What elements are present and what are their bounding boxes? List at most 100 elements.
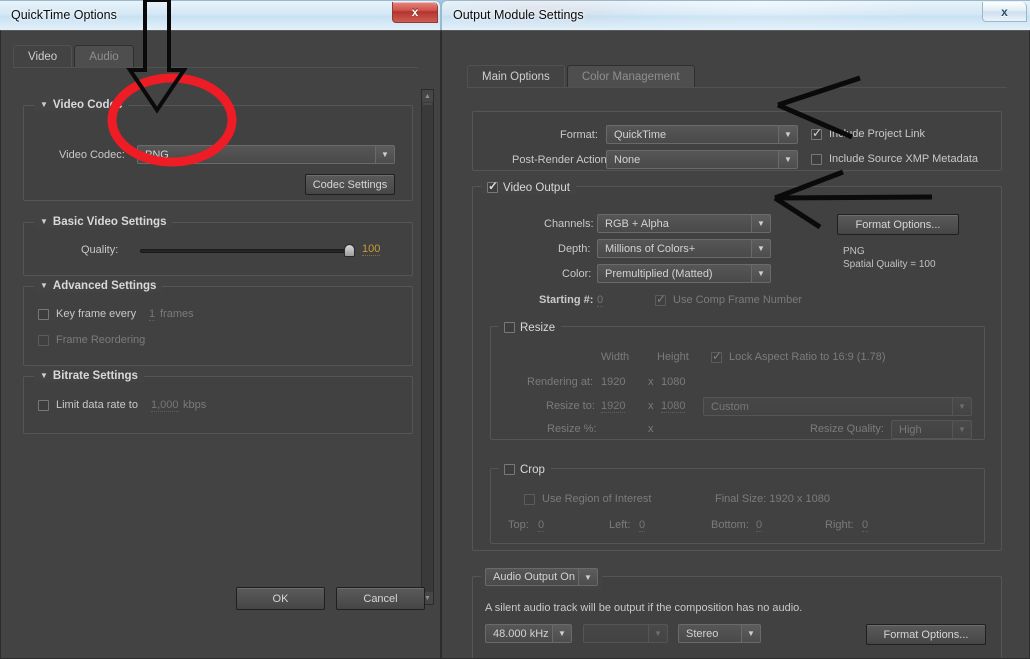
tab-video[interactable]: Video [13,45,73,68]
video-output-checkbox[interactable] [487,179,498,193]
lock-aspect-ratio-checkbox[interactable] [711,349,722,363]
scroll-up-icon[interactable]: ▲ [422,90,433,102]
audio-channels-value: Stereo [686,628,719,640]
color-value: Premultiplied (Matted) [605,268,713,280]
basic-video-settings-group: ▼ Basic Video Settings Quality: 100 [23,216,413,276]
close-icon[interactable]: x [392,2,438,23]
key-frame-label: Key frame every [56,308,137,320]
resize-percent-label: Resize %: [547,423,597,435]
use-region-of-interest-checkbox[interactable] [524,494,535,505]
quicktime-tabs: Video Audio [13,45,134,68]
audio-channels-select[interactable]: Stereo ▼ [678,624,761,643]
video-format-options-button[interactable]: Format Options... [837,214,959,235]
tab-audio[interactable]: Audio [74,45,134,68]
close-icon[interactable]: x [982,2,1027,22]
chevron-down-icon[interactable]: ▼ [40,217,48,226]
chevron-down-icon[interactable]: ▼ [648,625,667,642]
tab-underline [13,67,418,68]
format-select[interactable]: QuickTime ▼ [606,125,798,144]
color-label: Color: [562,268,592,280]
include-project-link-checkbox[interactable] [811,126,822,140]
crop-left-label: Left: [609,519,631,531]
limit-data-rate-label: Limit data rate to [56,399,138,411]
resize-preset-value: Custom [711,401,749,413]
limit-data-rate-unit: kbps [183,399,207,411]
tab-color-management[interactable]: Color Management [566,65,695,88]
quality-slider-track[interactable] [140,249,352,253]
crop-group: Crop Use Region of Interest Final Size: … [490,462,985,544]
quality-slider-handle[interactable] [344,244,355,257]
quicktime-titlebar[interactable]: QuickTime Options x [0,0,441,30]
output-module-window-title: Output Module Settings [453,8,584,22]
rendering-x-separator: x [648,376,654,388]
chevron-down-icon[interactable]: ▼ [40,100,48,109]
use-region-of-interest-label: Use Region of Interest [542,493,652,505]
codec-settings-button[interactable]: Codec Settings [305,174,395,195]
format-label: Format: [560,129,598,141]
resize-quality-value: High [899,424,922,436]
resize-x-separator: x [648,400,654,412]
chevron-down-icon[interactable]: ▼ [751,240,770,257]
starting-number-value[interactable]: 0 [597,294,604,307]
chevron-down-icon[interactable]: ▼ [751,215,770,232]
audio-sample-rate-value: 48.000 kHz [493,628,549,640]
crop-bottom-label: Bottom: [711,519,749,531]
chevron-down-icon[interactable]: ▼ [40,371,48,380]
crop-bottom-value[interactable]: 0 [756,519,763,532]
resize-preset-select[interactable]: Custom ▼ [703,397,972,416]
limit-data-rate-checkbox[interactable] [38,400,49,411]
crop-left-value[interactable]: 0 [639,519,646,532]
chevron-down-icon[interactable]: ▼ [778,126,797,143]
audio-bit-depth-select[interactable]: ▼ [583,624,668,643]
chevron-down-icon[interactable]: ▼ [751,265,770,282]
use-comp-frame-number-checkbox[interactable] [655,292,666,306]
chevron-down-icon[interactable]: ▼ [778,151,797,168]
crop-right-value[interactable]: 0 [862,519,869,532]
depth-select[interactable]: Millions of Colors+ ▼ [597,239,771,258]
chevron-down-icon[interactable]: ▼ [552,625,571,642]
output-module-titlebar[interactable]: Output Module Settings x [441,0,1030,30]
resize-height-value[interactable]: 1080 [661,400,686,413]
cancel-button[interactable]: Cancel [336,587,425,610]
quality-value[interactable]: 100 [362,243,381,256]
chevron-down-icon[interactable]: ▼ [741,625,760,642]
key-frame-value[interactable]: 1 [149,308,156,321]
chevron-down-icon[interactable]: ▼ [375,146,394,163]
output-module-settings-window: Output Module Settings x Main Options Co… [441,0,1030,659]
resize-group-title: Resize [498,320,562,334]
rendering-height-value: 1080 [661,376,686,388]
key-frame-unit: frames [160,308,194,320]
audio-format-options-button[interactable]: Format Options... [866,624,986,645]
resize-checkbox[interactable] [504,322,515,333]
frame-reordering-checkbox[interactable] [38,335,49,346]
tab-main-options[interactable]: Main Options [467,65,565,88]
rendering-width-value: 1920 [601,376,626,388]
basic-video-group-title: ▼ Basic Video Settings [34,216,173,228]
chevron-down-icon[interactable]: ▼ [952,421,971,438]
channels-select[interactable]: RGB + Alpha ▼ [597,214,771,233]
advanced-settings-group: ▼ Advanced Settings Key frame every 1 fra… [23,280,413,366]
crop-top-value[interactable]: 0 [538,519,545,532]
color-select[interactable]: Premultiplied (Matted) ▼ [597,264,771,283]
chevron-down-icon[interactable]: ▼ [952,398,971,415]
audio-output-toggle[interactable]: Audio Output On ▼ [485,568,598,586]
video-codec-select[interactable]: PNG ▼ [137,145,395,164]
quicktime-scrollbar[interactable]: ▲ ▼ [421,89,434,605]
resize-width-value[interactable]: 1920 [601,400,626,413]
video-codec-group-title: ▼ Video Codec [34,99,129,111]
chevron-down-icon[interactable]: ▼ [40,281,48,290]
bitrate-settings-group-title: ▼ Bitrate Settings [34,370,144,382]
crop-checkbox[interactable] [504,464,515,475]
limit-data-rate-value[interactable]: 1,000 [151,399,179,412]
key-frame-checkbox[interactable] [38,309,49,320]
ok-button[interactable]: OK [236,587,325,610]
post-render-action-select[interactable]: None ▼ [606,150,798,169]
include-xmp-checkbox[interactable] [811,154,822,165]
depth-label: Depth: [558,243,591,255]
resize-quality-select[interactable]: High ▼ [891,420,972,439]
audio-sample-rate-select[interactable]: 48.000 kHz ▼ [485,624,572,643]
chevron-down-icon[interactable]: ▼ [578,569,597,585]
use-comp-frame-number-label: Use Comp Frame Number [673,294,802,306]
scrollbar-thumb[interactable] [423,103,432,105]
quicktime-window-title: QuickTime Options [11,8,117,22]
